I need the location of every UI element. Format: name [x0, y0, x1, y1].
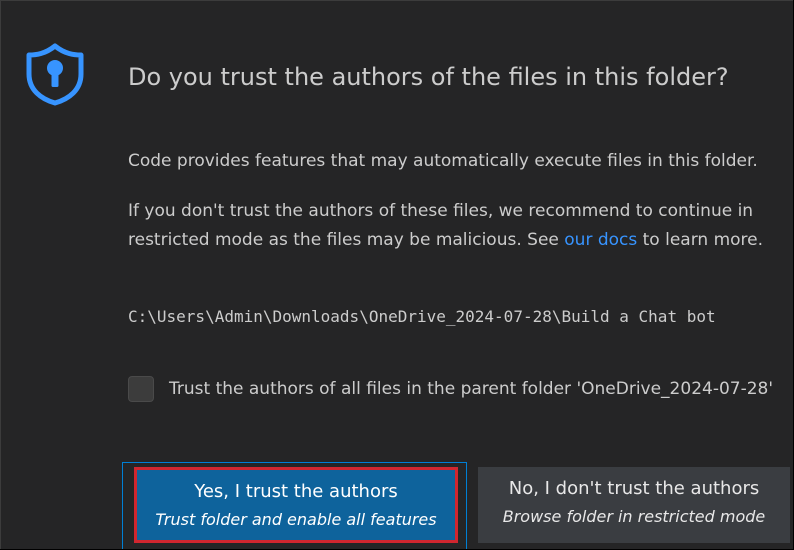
trust-button-label: Yes, I trust the authors: [194, 481, 398, 502]
description-text: Code provides features that may automati…: [128, 151, 758, 171]
dont-trust-button-label: No, I don't trust the authors: [508, 478, 760, 499]
workspace-trust-dialog: Do you trust the authors of the files in…: [0, 0, 793, 549]
folder-path: C:\Users\Admin\Downloads\OneDrive_2024-0…: [128, 307, 716, 326]
dont-trust-authors-button[interactable]: No, I don't trust the authors Browse fol…: [478, 467, 790, 543]
dialog-title: Do you trust the authors of the files in…: [128, 63, 729, 91]
dont-trust-button-sublabel: Browse folder in restricted mode: [502, 507, 766, 526]
trust-authors-button[interactable]: Yes, I trust the authors Trust folder an…: [134, 467, 458, 543]
trust-parent-checkbox[interactable]: [128, 376, 154, 402]
trust-parent-label[interactable]: Trust the authors of all files in the pa…: [169, 375, 789, 404]
recommendation-text: If you don't trust the authors of these …: [128, 197, 778, 255]
recommendation-text-end: to learn more.: [637, 230, 764, 250]
trust-button-sublabel: Trust folder and enable all features: [155, 510, 437, 529]
our-docs-link[interactable]: our docs: [564, 230, 637, 250]
shield-lock-icon: [23, 41, 87, 107]
